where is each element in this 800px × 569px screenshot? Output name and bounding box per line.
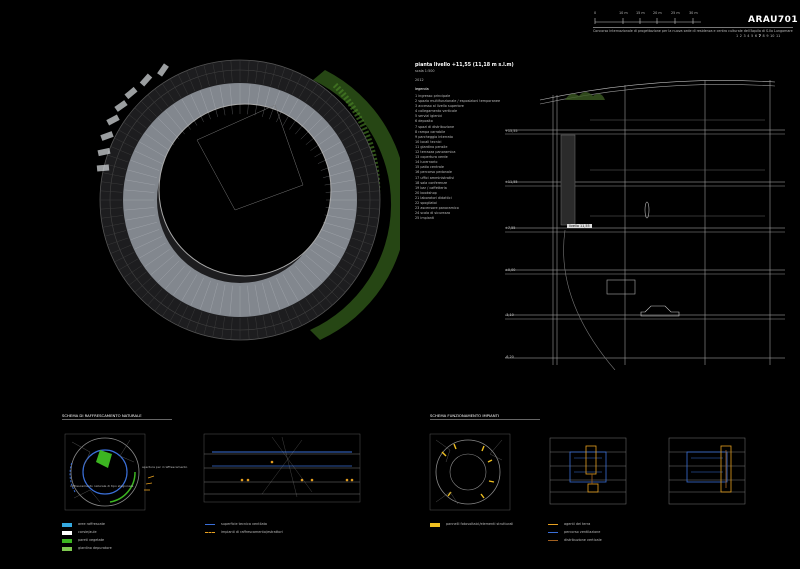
legend-swatch xyxy=(62,546,72,551)
level-label: -6,20 xyxy=(505,355,514,359)
natural-plan-note-right: apertura per il raffrescamento xyxy=(142,465,188,469)
page-number[interactable]: 1 xyxy=(736,34,738,39)
legend-label: agenti dei terra xyxy=(564,522,591,526)
page-number[interactable]: 2 xyxy=(740,34,742,39)
legend-swatch xyxy=(62,522,72,527)
ramp-box xyxy=(606,279,636,295)
natural-cooling-section xyxy=(203,433,361,503)
scale-tick-0: 0 xyxy=(594,11,597,15)
page-number[interactable]: 4 xyxy=(747,34,749,39)
legend-row: pareti vegetate xyxy=(62,538,104,543)
building-section xyxy=(505,80,785,370)
page-number[interactable]: 9 xyxy=(766,34,768,39)
legend-swatch xyxy=(62,530,72,535)
natural-cooling-plan xyxy=(64,433,155,511)
legend-row: giardino depuratore xyxy=(62,546,112,551)
green-wall xyxy=(560,134,576,226)
plan-scale: scala 1:500 xyxy=(415,69,435,73)
scheme-plant-title: SCHEMA FUNZIONAMENTO IMPIANTI xyxy=(430,413,500,418)
legend-label: percorso ventilazione xyxy=(564,530,601,534)
legend-row: aree raffrescate xyxy=(62,522,105,527)
circular-floor-plan xyxy=(96,59,400,341)
scheme-natural-rule xyxy=(62,419,172,420)
person-silhouette xyxy=(644,201,650,219)
scale-tick-20: 20 m xyxy=(653,11,662,15)
header-divider xyxy=(593,27,793,28)
plan-year: 2012 xyxy=(415,78,424,82)
legend-label: superficie tecnica ventilata xyxy=(221,522,267,526)
legend-label: aree raffrescate xyxy=(78,522,105,526)
legend-row: impianti di raffrescamento/estrattori xyxy=(205,530,283,535)
legend-swatch xyxy=(62,538,72,543)
plan-legend-list: 1 ingresso principale 2 spazio multifunz… xyxy=(415,94,500,221)
legend-label: distribuzione verticale xyxy=(564,538,602,542)
scale-tick-25: 25 m xyxy=(671,11,680,15)
central-patio xyxy=(158,103,332,277)
legend-line xyxy=(205,524,215,525)
page-number[interactable]: 10 xyxy=(770,34,774,39)
section-tag: livello 11,55 xyxy=(567,224,592,228)
scheme-natural-title: SCHEMA DI RAFFRESCAMENTO NATURALE xyxy=(62,413,142,418)
legend-row: corsie/aule xyxy=(62,530,97,535)
plant-scheme-section-b xyxy=(668,437,746,505)
level-label: -3,10 xyxy=(505,313,514,317)
scheme-plant-rule xyxy=(430,419,540,420)
legend-row: superficie tecnica ventilata xyxy=(205,522,267,527)
page-index: 1 2 3 4 5 6 7 8 9 10 11 xyxy=(736,34,780,39)
legend-label: pareti vegetate xyxy=(78,538,105,542)
legend-title: legenda xyxy=(415,87,429,91)
scale-bar: 0 10 m 15 m 20 m 25 m 30 m xyxy=(593,11,705,25)
page-number-current[interactable]: 7 xyxy=(759,34,761,39)
page-number[interactable]: 6 xyxy=(755,34,757,39)
legend-line xyxy=(548,540,558,541)
legend-row: percorso ventilazione xyxy=(548,530,600,535)
natural-plan-note-left: raffrescamento naturale di tipo stagiona… xyxy=(70,484,134,488)
project-code: ARAU701 xyxy=(748,15,799,25)
legend-label: impianti di raffrescamento/estrattori xyxy=(221,530,283,534)
legend-line xyxy=(548,532,558,533)
legend-row: distribuzione verticale xyxy=(548,538,602,543)
scale-tick-10: 10 m xyxy=(619,11,628,15)
level-label: +15,55 xyxy=(505,129,518,133)
page-number[interactable]: 5 xyxy=(751,34,753,39)
plant-scheme-plan xyxy=(429,433,511,511)
level-label: +7,55 xyxy=(505,226,516,230)
legend-row: pannelli fotovoltaici/elementi struttura… xyxy=(430,522,513,527)
legend-row: agenti dei terra xyxy=(548,522,590,527)
legend-item: 25 impianti xyxy=(415,216,435,221)
legend-label: corsie/aule xyxy=(78,530,97,534)
legend-label: pannelli fotovoltaici/elementi struttura… xyxy=(446,522,514,526)
legend-line xyxy=(205,532,215,533)
car-silhouette xyxy=(640,305,680,317)
page-number[interactable]: 8 xyxy=(763,34,765,39)
scale-tick-15: 15 m xyxy=(636,11,645,15)
terrain-profile xyxy=(563,229,616,370)
legend-label: giardino depuratore xyxy=(78,546,112,550)
scale-tick-30: 30 m xyxy=(689,11,698,15)
page-number[interactable]: 3 xyxy=(744,34,746,39)
level-label: +11,55 xyxy=(505,180,518,184)
level-label: ±0,00 xyxy=(505,268,516,272)
plant-scheme-section-a xyxy=(549,437,627,505)
legend-swatch xyxy=(430,522,440,527)
page-number[interactable]: 11 xyxy=(776,34,780,39)
legend-line xyxy=(548,524,558,525)
plan-title: pianta livello +11,55 (11,18 m s.l.m) xyxy=(415,63,514,68)
